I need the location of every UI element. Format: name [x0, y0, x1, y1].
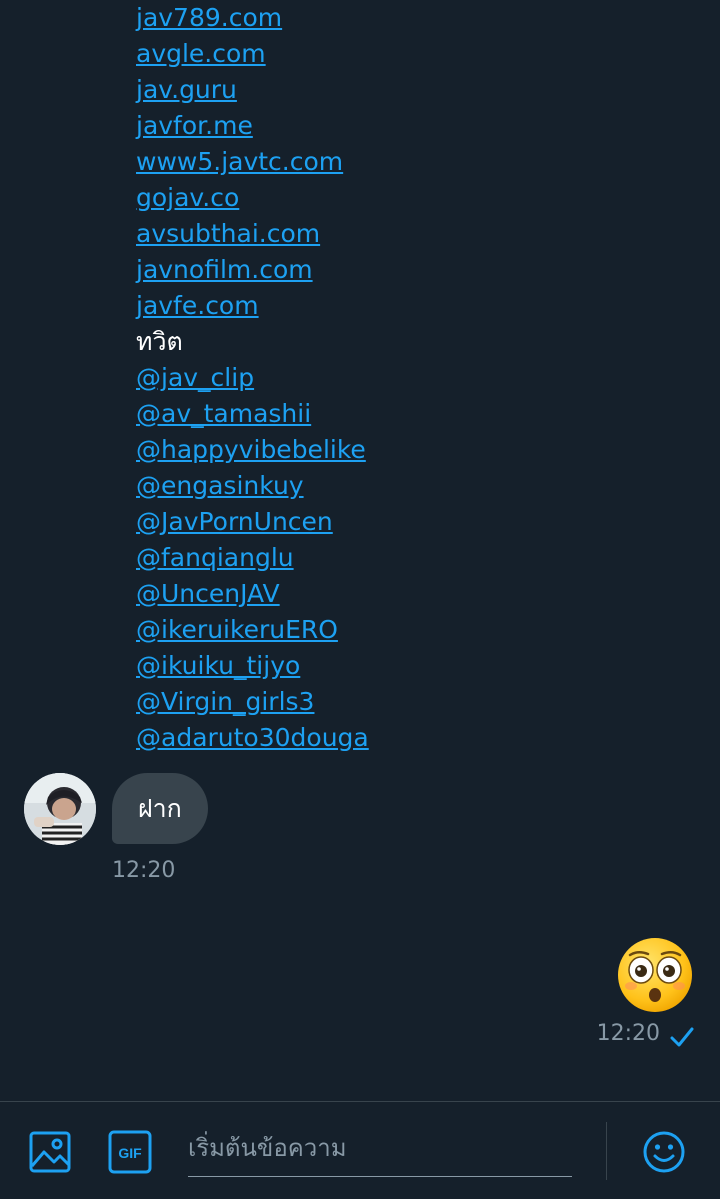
avatar-photo [24, 773, 96, 845]
incoming-message-bubble[interactable]: ฝาก [112, 773, 208, 844]
mention-link[interactable]: @JavPornUncen [136, 504, 369, 540]
link-item[interactable]: gojav.co [136, 180, 369, 216]
section-label: ทวิต [136, 327, 183, 356]
link-item[interactable]: avsubthai.com [136, 216, 369, 252]
image-icon[interactable] [26, 1128, 74, 1176]
flushed-face-emoji [618, 938, 692, 1012]
message-composer: GIF [0, 1101, 720, 1199]
divider [606, 1122, 607, 1180]
message-text: ฝาก [138, 793, 182, 823]
link-item[interactable]: jav.guru [136, 72, 369, 108]
mention-link[interactable]: @UncenJAV [136, 576, 369, 612]
link-item[interactable]: www5.javtc.com [136, 144, 369, 180]
mention-link[interactable]: @ikuiku_tijyo [136, 648, 369, 684]
message-thread[interactable]: jav789.com avgle.com jav.guru javfor.me … [0, 0, 720, 1100]
avatar[interactable] [24, 773, 96, 845]
mention-link[interactable]: @fanqianglu [136, 540, 369, 576]
mention-link[interactable]: @happyvibebelike [136, 432, 369, 468]
link-item[interactable]: jav789.com [136, 0, 369, 36]
smiley-icon[interactable] [640, 1128, 688, 1176]
message-timestamp: 12:20 [596, 1021, 660, 1046]
link-item[interactable]: avgle.com [136, 36, 369, 72]
incoming-link-list: jav789.com avgle.com jav.guru javfor.me … [136, 0, 369, 756]
mention-link[interactable]: @engasinkuy [136, 468, 369, 504]
gif-label: GIF [118, 1145, 142, 1161]
link-item[interactable]: javfor.me [136, 108, 369, 144]
mention-link[interactable]: @av_tamashii [136, 396, 369, 432]
mention-link[interactable]: @Virgin_girls3 [136, 684, 369, 720]
mention-link[interactable]: @jav_clip [136, 360, 369, 396]
message-input[interactable] [188, 1120, 572, 1177]
mention-link[interactable]: @adaruto30douga [136, 720, 369, 756]
outgoing-emoji-message[interactable] [616, 936, 694, 1014]
mention-link[interactable]: @ikeruikeruERO [136, 612, 369, 648]
link-item[interactable]: javnofilm.com [136, 252, 369, 288]
message-timestamp: 12:20 [112, 858, 176, 883]
link-item[interactable]: javfe.com [136, 288, 369, 324]
check-icon [670, 1027, 694, 1047]
gif-button[interactable]: GIF [106, 1128, 154, 1176]
